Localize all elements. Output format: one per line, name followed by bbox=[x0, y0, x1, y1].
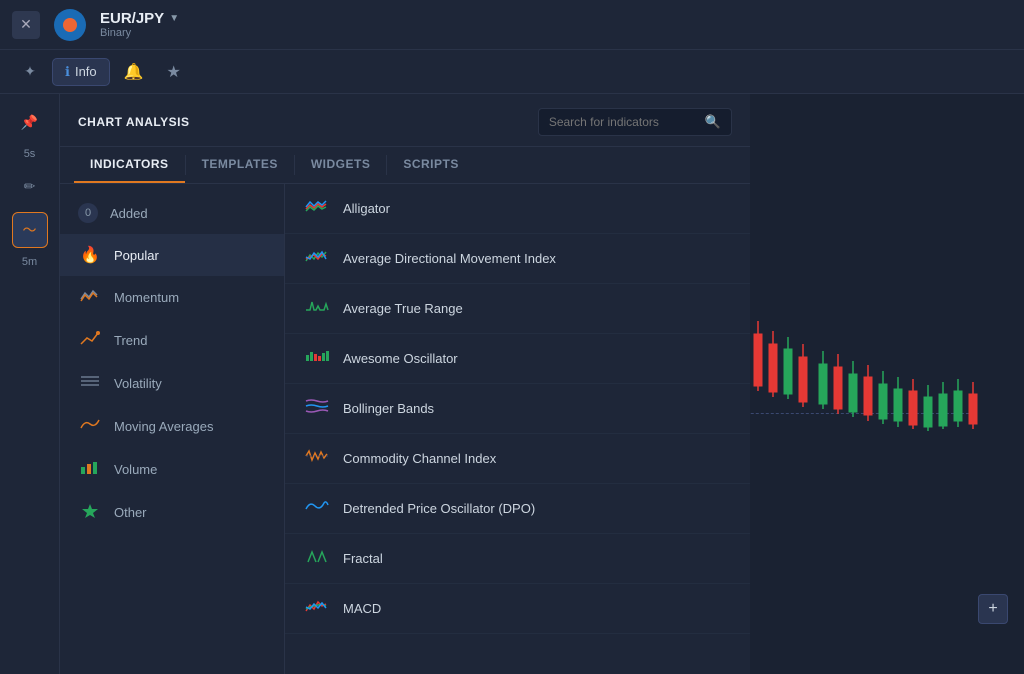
atr-icon bbox=[303, 297, 331, 320]
trend-icon bbox=[78, 330, 102, 351]
category-volume[interactable]: Volume bbox=[60, 448, 284, 491]
category-popular-label: Popular bbox=[114, 248, 159, 263]
instrument-name[interactable]: EUR/JPY ▼ bbox=[100, 10, 179, 27]
cci-icon bbox=[303, 447, 331, 470]
admi-icon bbox=[303, 247, 331, 270]
bb-label: Bollinger Bands bbox=[343, 401, 434, 416]
chart-analysis-panel: CHART ANALYSIS 🔍 INDICATORS TEMPLATES WI… bbox=[60, 94, 750, 674]
category-trend[interactable]: Trend bbox=[60, 319, 284, 362]
sidebar-pencil-icon[interactable]: ✏ bbox=[12, 168, 48, 204]
search-container[interactable]: 🔍 bbox=[538, 108, 732, 136]
category-momentum[interactable]: Momentum bbox=[60, 276, 284, 319]
sidebar-lock-icon[interactable]: 📌 bbox=[12, 104, 48, 140]
indicator-admi[interactable]: Average Directional Movement Index bbox=[285, 234, 750, 284]
category-moving-averages-label: Moving Averages bbox=[114, 419, 214, 434]
tab-indicators[interactable]: INDICATORS bbox=[74, 147, 185, 183]
info-label: Info bbox=[75, 64, 97, 79]
fractal-icon bbox=[303, 547, 331, 570]
dropdown-chevron: ▼ bbox=[169, 13, 179, 24]
tab-scripts[interactable]: SCRIPTS bbox=[387, 147, 475, 183]
pin-button[interactable]: ✦ bbox=[16, 58, 44, 86]
indicator-dpo[interactable]: Detrended Price Oscillator (DPO) bbox=[285, 484, 750, 534]
alligator-label: Alligator bbox=[343, 201, 390, 216]
category-list: 0 Added 🔥 Popular Momentum Trend bbox=[60, 184, 285, 674]
macd-label: MACD bbox=[343, 601, 381, 616]
panel-body: 0 Added 🔥 Popular Momentum Trend bbox=[60, 184, 750, 674]
volatility-icon bbox=[78, 373, 102, 394]
dpo-label: Detrended Price Oscillator (DPO) bbox=[343, 501, 535, 516]
zoom-plus-button[interactable]: + bbox=[978, 594, 1008, 624]
tab-widgets[interactable]: WIDGETS bbox=[295, 147, 387, 183]
indicator-alligator[interactable]: Alligator bbox=[285, 184, 750, 234]
category-trend-label: Trend bbox=[114, 333, 147, 348]
category-popular[interactable]: 🔥 Popular bbox=[60, 234, 284, 276]
alligator-icon bbox=[303, 197, 331, 220]
left-sidebar: 📌 5s ✏ 〜 5m bbox=[0, 94, 60, 674]
sidebar-wave-icon[interactable]: 〜 bbox=[12, 212, 48, 248]
notification-button[interactable]: 🔔 bbox=[118, 56, 150, 88]
indicator-list: Alligator Average Directional Movement I… bbox=[285, 184, 750, 674]
moving-averages-icon bbox=[78, 416, 102, 437]
fractal-label: Fractal bbox=[343, 551, 383, 566]
close-button[interactable]: ✕ bbox=[12, 11, 40, 39]
category-volatility-label: Volatility bbox=[114, 376, 162, 391]
ao-label: Awesome Oscillator bbox=[343, 351, 458, 366]
panel-title: CHART ANALYSIS bbox=[78, 115, 189, 129]
star-button[interactable]: ★ bbox=[158, 56, 190, 88]
cci-label: Commodity Channel Index bbox=[343, 451, 496, 466]
info-icon: ℹ bbox=[65, 64, 70, 80]
category-volatility[interactable]: Volatility bbox=[60, 362, 284, 405]
category-added-label: Added bbox=[110, 206, 148, 221]
momentum-icon bbox=[78, 287, 102, 308]
search-icon: 🔍 bbox=[705, 114, 721, 130]
category-moving-averages[interactable]: Moving Averages bbox=[60, 405, 284, 448]
top-bar: ✕ EUR/JPY ▼ Binary bbox=[0, 0, 1024, 50]
popular-icon: 🔥 bbox=[78, 245, 102, 265]
instrument-flag bbox=[54, 9, 86, 41]
indicator-awesome-oscillator[interactable]: Awesome Oscillator bbox=[285, 334, 750, 384]
tab-templates[interactable]: TEMPLATES bbox=[186, 147, 294, 183]
macd-icon bbox=[303, 597, 331, 620]
other-icon bbox=[78, 502, 102, 523]
search-input[interactable] bbox=[549, 115, 699, 129]
instrument-type: Binary bbox=[100, 27, 179, 39]
panel-header: CHART ANALYSIS 🔍 bbox=[60, 94, 750, 147]
indicator-macd[interactable]: MACD bbox=[285, 584, 750, 634]
added-badge: 0 bbox=[78, 203, 98, 223]
category-volume-label: Volume bbox=[114, 462, 157, 477]
category-other[interactable]: Other bbox=[60, 491, 284, 534]
category-other-label: Other bbox=[114, 505, 147, 520]
second-bar: ✦ ℹ Info 🔔 ★ bbox=[0, 50, 1024, 94]
close-icon: ✕ bbox=[20, 16, 32, 33]
sidebar-5m-label[interactable]: 5m bbox=[22, 256, 37, 268]
sidebar-5s-label[interactable]: 5s bbox=[24, 148, 36, 160]
indicator-cci[interactable]: Commodity Channel Index bbox=[285, 434, 750, 484]
indicator-bollinger-bands[interactable]: Bollinger Bands bbox=[285, 384, 750, 434]
ao-icon bbox=[303, 347, 331, 370]
admi-label: Average Directional Movement Index bbox=[343, 251, 556, 266]
atr-label: Average True Range bbox=[343, 301, 463, 316]
indicator-fractal[interactable]: Fractal bbox=[285, 534, 750, 584]
indicator-atr[interactable]: Average True Range bbox=[285, 284, 750, 334]
panel-tabs: INDICATORS TEMPLATES WIDGETS SCRIPTS bbox=[60, 147, 750, 184]
info-button[interactable]: ℹ Info bbox=[52, 58, 110, 86]
dpo-icon bbox=[303, 497, 331, 520]
category-added[interactable]: 0 Added bbox=[60, 192, 284, 234]
volume-icon bbox=[78, 459, 102, 480]
category-momentum-label: Momentum bbox=[114, 290, 179, 305]
bb-icon bbox=[303, 397, 331, 420]
